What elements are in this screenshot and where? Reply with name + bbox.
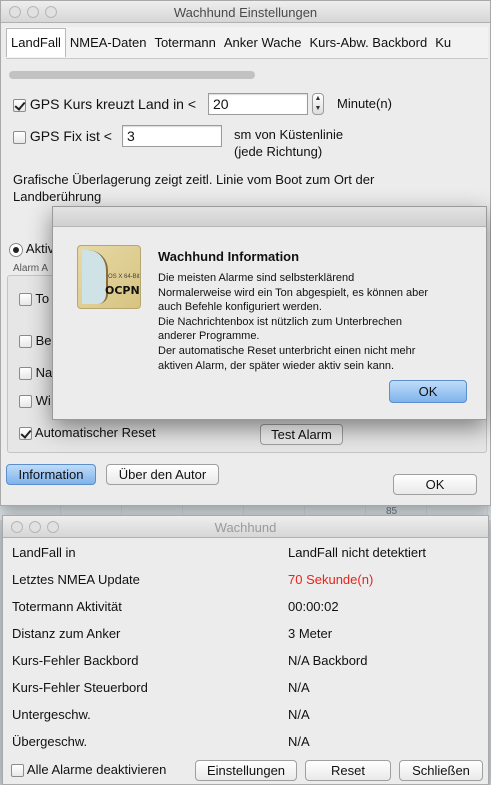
alarm-checkbox-1[interactable] — [19, 293, 32, 307]
status-value: N/A — [288, 734, 310, 749]
gps-course-stepper[interactable]: ▲ ▼ — [312, 93, 324, 115]
disable-all-checkbox[interactable] — [11, 764, 24, 778]
gps-course-checkbox[interactable] — [13, 98, 26, 112]
about-author-button[interactable]: Über den Autor — [106, 464, 219, 485]
status-value-alert: 70 Sekunde(n) — [288, 572, 374, 587]
status-label: Untergeschw. — [12, 707, 91, 722]
alarm-checkbox-2[interactable] — [19, 335, 32, 349]
disable-all-label: Alle Alarme deaktivieren — [26, 762, 167, 777]
gps-fix-row: GPS Fix ist < — [13, 128, 112, 144]
alarm-row-1: To — [19, 291, 50, 307]
alarm-label-4: Wi — [35, 393, 51, 408]
tab-landfall[interactable]: LandFall — [6, 28, 66, 57]
gps-course-label: GPS Kurs kreuzt Land in < — [29, 96, 197, 112]
status-value: 3 Meter — [288, 626, 333, 641]
status-value: 00:00:02 — [288, 599, 339, 614]
dialog-line: Normalerweise wird ein Ton abgespielt, e… — [158, 286, 429, 299]
reset-button[interactable]: Reset — [305, 760, 391, 781]
settings-ok-button[interactable]: OK — [393, 474, 477, 495]
tab-kurs-backbord[interactable]: Kurs-Abw. Backbord — [305, 35, 431, 50]
auto-reset-row: Automatischer Reset — [19, 425, 156, 441]
settings-button[interactable]: Einstellungen — [195, 760, 297, 781]
dialog-topbar — [53, 207, 486, 227]
dialog-line: auch Befehle konfiguriert werden. — [158, 301, 322, 314]
status-label: LandFall in — [12, 545, 76, 560]
status-window: Wachhund LandFall in LandFall nicht dete… — [2, 515, 489, 785]
gps-fix-unit-note: (jede Richtung) — [234, 144, 323, 159]
active-radio[interactable] — [9, 242, 23, 257]
alarm-label-2: Be — [35, 333, 52, 348]
test-alarm-button[interactable]: Test Alarm — [260, 424, 343, 445]
status-titlebar: Wachhund — [3, 516, 488, 538]
gps-fix-unit: sm von Küstenlinie — [234, 127, 344, 142]
logo-text: OCPN — [105, 284, 140, 297]
status-label: Letztes NMEA Update — [12, 572, 140, 587]
alarm-row-4: Wi — [19, 393, 51, 409]
status-value: N/A Backbord — [288, 653, 368, 668]
status-label: Übergeschw. — [12, 734, 88, 749]
alarm-label-1: To — [35, 291, 50, 306]
gps-fix-input[interactable]: 3 — [122, 125, 222, 147]
gps-fix-checkbox[interactable] — [13, 130, 26, 144]
auto-reset-label: Automatischer Reset — [34, 425, 156, 440]
active-radio-row: Aktiv — [9, 241, 54, 257]
dialog-line: aktiven Alarm, der später wieder aktiv s… — [158, 359, 395, 372]
logo-subtext: OS X 64-Bit — [108, 274, 140, 280]
tab-anker[interactable]: Anker Wache — [220, 35, 306, 50]
window-title: Wachhund Einstellungen — [173, 5, 318, 20]
status-label: Totermann Aktivität — [12, 599, 122, 614]
alarm-group-label: Alarm A — [13, 263, 49, 274]
dialog-line: Die Nachrichtenbox ist nützlich zum Unte… — [158, 315, 402, 328]
status-value: N/A — [288, 707, 310, 722]
status-label: Kurs-Fehler Steuerbord — [12, 680, 148, 695]
gps-course-row: GPS Kurs kreuzt Land in < — [13, 96, 196, 112]
status-value: N/A — [288, 680, 310, 695]
tab-bar: LandFall NMEA-Daten Totermann Anker Wach… — [6, 27, 488, 59]
alarm-row-3: Na — [19, 365, 53, 381]
active-radio-label: Aktiv — [25, 241, 55, 256]
overlay-description-line2: Landberührung — [13, 189, 102, 204]
dialog-line: Die meisten Alarme sind selbsterklärend — [158, 272, 355, 284]
info-dialog: OS X 64-Bit OCPN Wachhund Information Di… — [52, 206, 487, 420]
tab-totermann[interactable]: Totermann — [150, 35, 219, 50]
dialog-line: anderer Programme. — [158, 330, 260, 343]
gps-fix-label: GPS Fix ist < — [29, 128, 112, 144]
dialog-ok-button[interactable]: OK — [389, 380, 467, 403]
alarm-row-2: Be — [19, 333, 52, 349]
information-button[interactable]: Information — [6, 464, 96, 485]
window-title: Wachhund — [214, 520, 277, 535]
disable-all-row: Alle Alarme deaktivieren — [11, 762, 167, 778]
settings-titlebar: Wachhund Einstellungen — [1, 1, 490, 23]
tab-kurs-truncated[interactable]: Ku — [431, 35, 455, 50]
dialog-line: Der automatische Reset unterbricht einen… — [158, 344, 416, 357]
dialog-message: Die meisten Alarme sind selbsterklärend … — [158, 271, 428, 373]
alarm-checkbox-3[interactable] — [19, 367, 32, 381]
status-value: LandFall nicht detektiert — [288, 545, 427, 560]
overlay-description-line1: Grafische Überlagerung zeigt zeitl. Lini… — [13, 172, 375, 187]
alarm-checkbox-4[interactable] — [19, 395, 32, 409]
auto-reset-checkbox[interactable] — [19, 427, 32, 441]
close-button[interactable]: Schließen — [399, 760, 483, 781]
status-label: Kurs-Fehler Backbord — [12, 653, 139, 668]
gps-course-unit: Minute(n) — [337, 96, 392, 111]
dialog-title: Wachhund Information — [158, 249, 300, 264]
ocpn-logo: OS X 64-Bit OCPN — [77, 245, 141, 309]
alarm-label-3: Na — [35, 365, 53, 380]
tab-nmea[interactable]: NMEA-Daten — [66, 35, 151, 50]
gps-course-input[interactable]: 20 — [208, 93, 308, 115]
status-label: Distanz zum Anker — [12, 626, 121, 641]
tab-scrollbar[interactable] — [9, 71, 255, 79]
